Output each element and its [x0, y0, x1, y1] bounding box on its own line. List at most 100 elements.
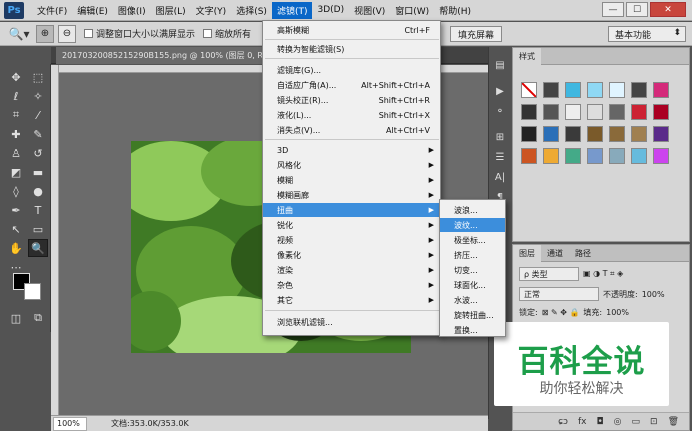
style-swatch[interactable] [543, 82, 559, 98]
clone-stamp-icon[interactable]: ♙ [6, 144, 26, 162]
zoom-tool-icon[interactable]: 🔍 [28, 239, 48, 257]
minimize-button[interactable]: — [602, 2, 624, 17]
fill-screen-button[interactable]: 填充屏幕 [450, 26, 502, 42]
zoom-all-checkbox[interactable] [203, 29, 213, 38]
menu-item-pixelate[interactable]: 像素化 ▶ [263, 248, 440, 262]
marquee-tool-icon[interactable]: ⬚ [28, 68, 48, 86]
style-swatch[interactable] [565, 104, 581, 120]
workspace-select[interactable]: 基本功能 ⬍ [608, 26, 686, 42]
style-swatch[interactable] [565, 126, 581, 142]
submenu-item-pinch[interactable]: 挤压... [440, 248, 505, 262]
style-swatch[interactable] [653, 82, 669, 98]
menu-filter[interactable]: 滤镜(T) [271, 1, 313, 19]
style-swatch[interactable] [587, 148, 603, 164]
background-color-swatch[interactable] [24, 283, 41, 300]
maximize-button[interactable]: ☐ [626, 2, 648, 17]
submenu-item-shear[interactable]: 切变... [440, 263, 505, 277]
menu-item-liquify[interactable]: 液化(L)... Shift+Ctrl+X [263, 108, 440, 122]
menu-item-convert-smart-filter[interactable]: 转换为智能滤镜(S) [263, 42, 440, 56]
style-swatch[interactable] [565, 148, 581, 164]
pen-tool-icon[interactable]: ✒ [6, 201, 26, 219]
lock-icons[interactable]: ⊠ ✎ ✥ 🔒 [542, 308, 580, 317]
menu-item-sharpen[interactable]: 锐化 ▶ [263, 218, 440, 232]
menu-item-render[interactable]: 渲染 ▶ [263, 263, 440, 277]
menu-item-gaussian-blur[interactable]: 高斯模糊 Ctrl+F [263, 23, 440, 37]
style-swatch[interactable] [521, 104, 537, 120]
zoom-in-icon[interactable]: ⊕ [36, 24, 54, 43]
submenu-item-ripple[interactable]: 波纹... [440, 218, 505, 232]
menu-help[interactable]: 帮助(H) [434, 2, 476, 19]
brush-panel-icon[interactable]: ⚬ [492, 103, 508, 119]
menu-window[interactable]: 窗口(W) [390, 2, 434, 19]
eyedropper-icon[interactable]: ⁄ [28, 106, 48, 124]
link-layers-icon[interactable]: ɕɔ [558, 417, 568, 427]
hand-tool-icon[interactable]: ✋ [6, 239, 26, 257]
menu-item-other[interactable]: 其它 ▶ [263, 293, 440, 307]
tab-channels[interactable]: 通道 [541, 245, 569, 262]
clone-source-icon[interactable]: ⊞ [492, 129, 508, 145]
lasso-tool-icon[interactable]: ℓ [6, 87, 26, 105]
resize-windows-checkbox[interactable] [84, 29, 93, 38]
menu-item-stylize[interactable]: 风格化 ▶ [263, 158, 440, 172]
submenu-item-polar-coordinates[interactable]: 极坐标... [440, 233, 505, 247]
adjustment-layer-icon[interactable]: ◎ [614, 417, 622, 427]
new-group-icon[interactable]: ▭ [632, 417, 641, 427]
style-swatch[interactable] [653, 148, 669, 164]
delete-layer-icon[interactable]: 🗑 [668, 417, 679, 427]
menu-view[interactable]: 视图(V) [349, 2, 390, 19]
submenu-item-zigzag[interactable]: 水波... [440, 293, 505, 307]
menu-item-distort[interactable]: 扭曲 ▶ [263, 203, 440, 217]
submenu-item-wave[interactable]: 波浪... [440, 203, 505, 217]
add-mask-icon[interactable]: ◘ [597, 417, 604, 427]
style-swatch[interactable] [543, 104, 559, 120]
healing-brush-icon[interactable]: ✚ [6, 125, 26, 143]
menu-image[interactable]: 图像(I) [113, 2, 151, 19]
eraser-tool-icon[interactable]: ◩ [6, 163, 26, 181]
style-swatch[interactable] [521, 126, 537, 142]
character-panel-icon[interactable]: A| [492, 169, 508, 185]
menu-item-lens-correction[interactable]: 镜头校正(R)... Shift+Ctrl+R [263, 93, 440, 107]
style-swatch[interactable] [587, 104, 603, 120]
style-swatch[interactable] [543, 126, 559, 142]
quick-mask-icon[interactable]: ◫ [6, 309, 26, 327]
menu-item-vanishing-point[interactable]: 消失点(V)... Alt+Ctrl+V [263, 123, 440, 137]
style-swatch[interactable] [565, 82, 581, 98]
history-panel-icon[interactable]: ▤ [492, 57, 508, 73]
menu-item-video[interactable]: 视频 ▶ [263, 233, 440, 247]
style-swatch[interactable] [631, 148, 647, 164]
style-swatch[interactable] [521, 148, 537, 164]
blend-mode-select[interactable]: 正常 [519, 287, 599, 301]
blur-tool-icon[interactable]: ◊ [6, 182, 26, 200]
document-tab[interactable]: 20170320085215290B155.png @ 100% (图层 0, … [56, 47, 266, 64]
menu-item-blur[interactable]: 模糊 ▶ [263, 173, 440, 187]
tab-styles[interactable]: 样式 [513, 47, 541, 65]
style-swatch[interactable] [609, 82, 625, 98]
style-swatch[interactable] [631, 82, 647, 98]
path-selection-icon[interactable]: ↖ [6, 220, 26, 238]
tab-paths[interactable]: 路径 [569, 245, 597, 262]
menu-item-blur-gallery[interactable]: 模糊画廊 ▶ [263, 188, 440, 202]
zoom-out-icon[interactable]: ⊖ [58, 24, 76, 43]
history-brush-icon[interactable]: ↺ [28, 144, 48, 162]
opacity-value[interactable]: 100% [642, 290, 665, 299]
menu-edit[interactable]: 编辑(E) [72, 2, 113, 19]
crop-tool-icon[interactable]: ⌗ [6, 106, 26, 124]
brush-tool-icon[interactable]: ✎ [28, 125, 48, 143]
style-swatch[interactable] [543, 148, 559, 164]
actions-panel-icon[interactable]: ▶ [492, 83, 508, 99]
menu-item-filter-gallery[interactable]: 滤镜库(G)... [263, 63, 440, 77]
style-none-swatch[interactable] [521, 82, 537, 98]
style-swatch[interactable] [653, 104, 669, 120]
properties-panel-icon[interactable]: ☰ [492, 149, 508, 165]
menu-select[interactable]: 选择(S) [231, 2, 272, 19]
menu-item-3d[interactable]: 3D ▶ [263, 143, 440, 157]
menu-item-noise[interactable]: 杂色 ▶ [263, 278, 440, 292]
screen-mode-icon[interactable]: ⧉ [28, 309, 48, 327]
fill-value[interactable]: 100% [606, 308, 629, 317]
layer-filter-select[interactable]: ρ 类型 [519, 267, 579, 281]
move-tool-icon[interactable]: ✥ [6, 68, 26, 86]
submenu-item-spherize[interactable]: 球面化... [440, 278, 505, 292]
style-swatch[interactable] [609, 104, 625, 120]
submenu-item-twirl[interactable]: 旋转扭曲... [440, 308, 505, 322]
menu-3d[interactable]: 3D(D) [312, 3, 349, 17]
